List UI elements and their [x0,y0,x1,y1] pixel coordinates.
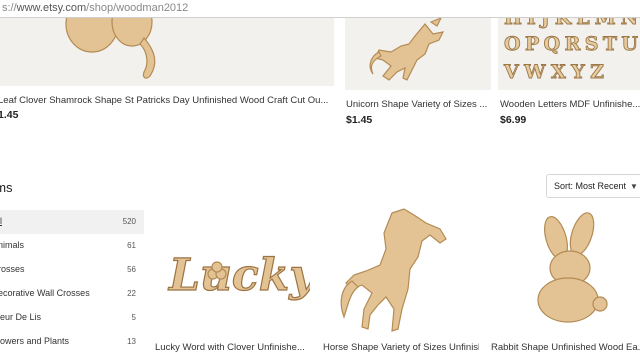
listing-image-horse [322,205,480,335]
lucky-word: Lucky [167,250,310,301]
listing-title[interactable]: Leaf Clover Shamrock Shape St Patricks D… [0,95,334,106]
letters-row-1: HIJKLMN [504,18,638,29]
listing-title[interactable]: Rabbit Shape Unfinished Wood Ea... [491,342,640,353]
rabbit-shape-image [537,212,608,323]
category-item-all[interactable]: ll 520 [0,210,144,234]
category-count: 520 [122,217,136,226]
category-item-flowers-and-plants[interactable]: lowers and Plants 13 [0,330,144,354]
category-list: ll 520 nimals 61 rosses 56 ecorative Wal… [0,210,144,354]
category-label: nimals [0,240,25,250]
category-count: 13 [127,337,136,346]
letters-row-2: OPQRSTU [504,33,638,55]
category-label: ecorative Wall Crosses [0,288,90,298]
lucky-shape-image: Lucky [166,249,310,301]
category-count: 56 [127,265,136,274]
listing-image-letters: HIJKLMN OPQRSTU VWXYZ [498,18,640,90]
category-item-decorative-wall-crosses[interactable]: ecorative Wall Crosses 22 [0,282,144,306]
category-count: 22 [127,289,136,298]
listing-image-rabbit [490,210,640,335]
listing-title[interactable]: Lucky Word with Clover Unfinishe... [155,342,310,353]
sort-dropdown[interactable]: Sort: Most Recent ▼ [546,174,640,198]
category-count: 5 [131,313,136,322]
browser-url-bar[interactable]: s://www.etsy.com/shop/woodman2012 [0,0,640,18]
category-label: ll [0,216,2,226]
horse-shape-image [340,208,447,332]
letters-image: HIJKLMN OPQRSTU VWXYZ [503,18,639,83]
listing-price: 1.45 [0,109,19,121]
category-item-animals[interactable]: nimals 61 [0,234,144,258]
listing-image-lucky: Lucky [155,210,310,335]
letters-row-3: VWXYZ [503,61,604,83]
items-heading: ems [0,180,13,195]
listing-title[interactable]: Horse Shape Variety of Sizes Unfinish... [323,342,479,353]
category-item-crosses[interactable]: rosses 56 [0,258,144,282]
category-label: leur De Lis [0,312,42,322]
listing-price: $1.45 [346,114,373,126]
listing-title[interactable]: Unicorn Shape Variety of Sizes ... [346,99,492,110]
category-label: rosses [0,264,25,274]
listing-price: $6.99 [500,114,527,126]
category-label: lowers and Plants [0,336,70,346]
url-text: s://www.etsy.com/shop/woodman2012 [2,2,189,14]
sort-label: Sort: Most Recent [554,181,627,191]
category-item-fleur-de-lis[interactable]: leur De Lis 5 [0,306,144,330]
listing-image-unicorn [345,18,491,90]
listing-title[interactable]: Wooden Letters MDF Unfinishe... [500,99,640,110]
listing-image-clover [0,18,334,86]
category-count: 61 [127,241,136,250]
chevron-down-icon: ▼ [630,182,638,191]
unicorn-shape-image [369,18,445,81]
clover-shape-image [65,18,156,79]
